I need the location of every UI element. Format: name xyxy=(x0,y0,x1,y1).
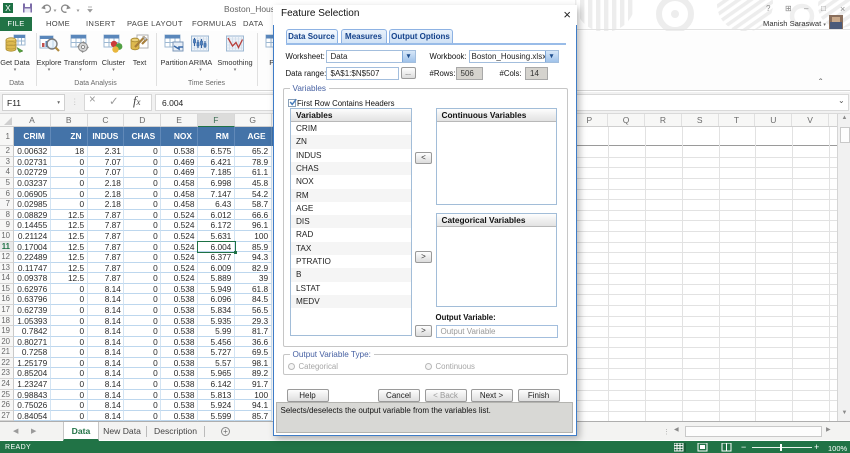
svg-text:X: X xyxy=(5,3,11,13)
